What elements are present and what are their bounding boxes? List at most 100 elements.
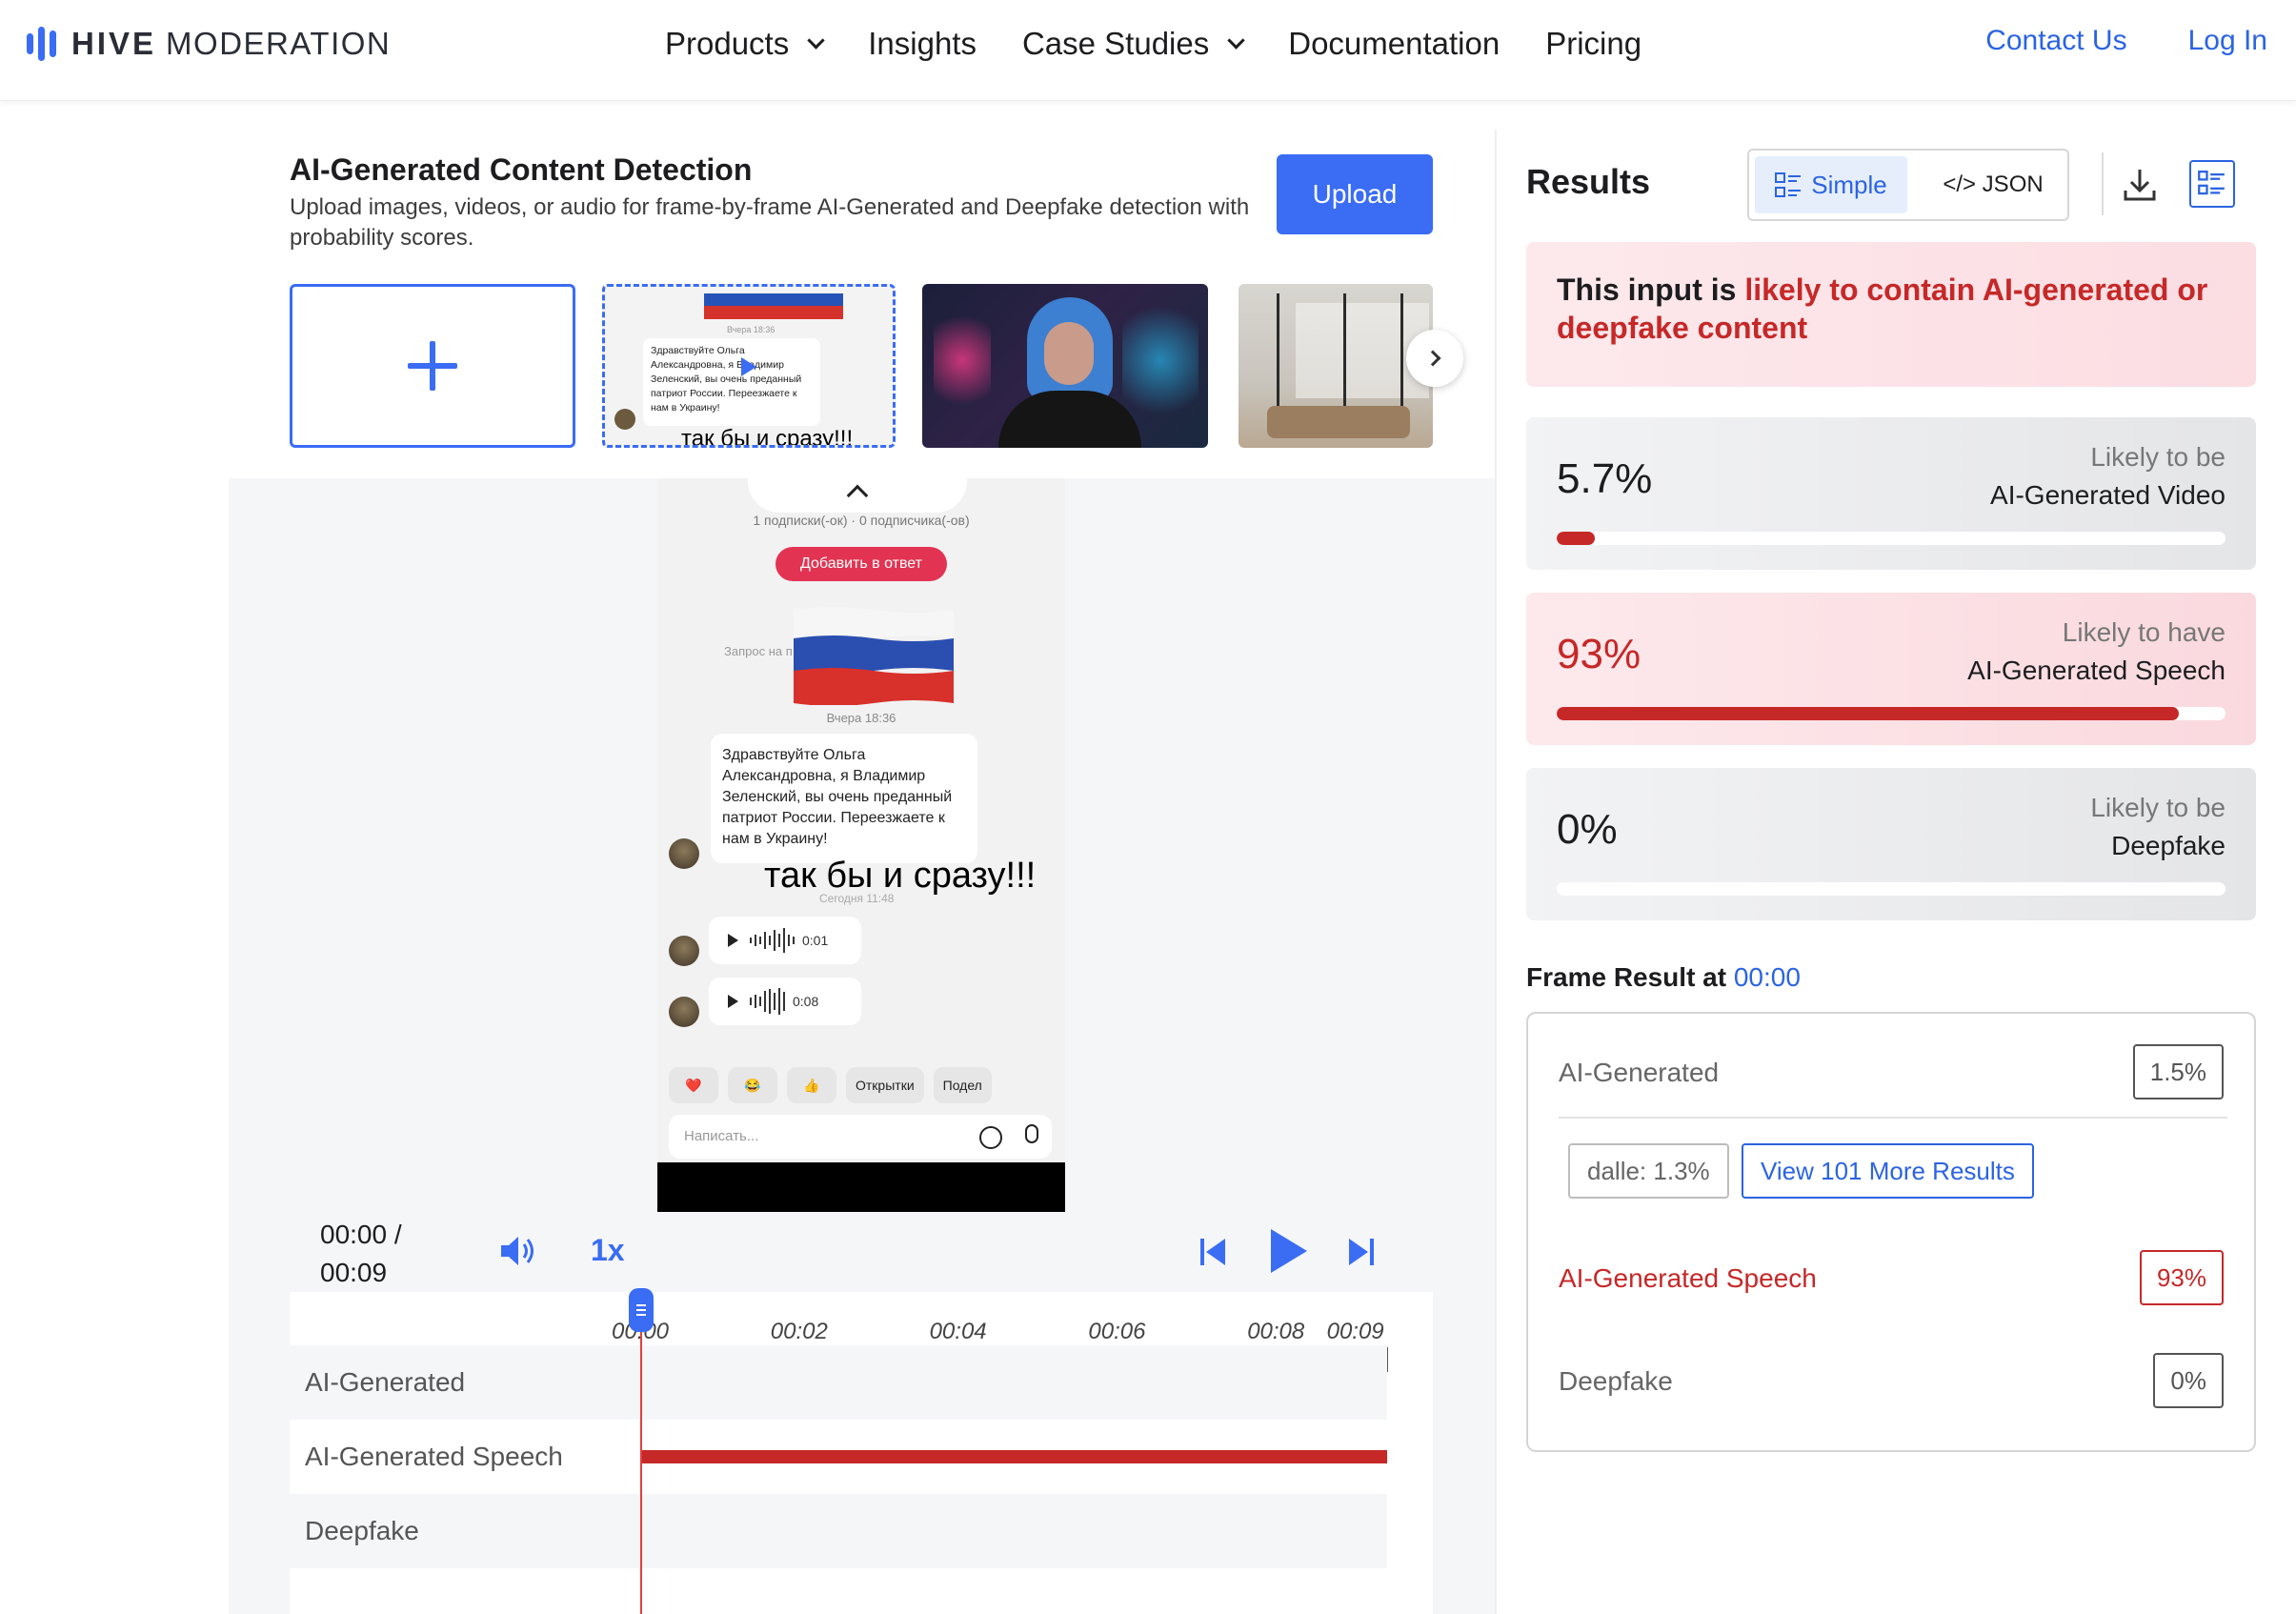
timeline-label: 00:09 (1326, 1319, 1384, 1344)
thumbnail-time: Вчера 18:36 (727, 325, 775, 334)
timeline-track (640, 1420, 1387, 1494)
frame-class-deepfake: Deepfake (1559, 1366, 1673, 1396)
result-progress-track (1557, 882, 2226, 896)
skip-forward-icon[interactable] (1345, 1235, 1376, 1269)
nav-links: Products Insights Case Studies Documenta… (665, 23, 1687, 65)
frame-score-deepfake: 0% (2153, 1353, 2224, 1408)
frame-class-ai-generated: AI-Generated (1559, 1058, 1720, 1087)
result-card: 0% Likely to be Deepfake (1526, 768, 2256, 920)
result-score: 5.7% (1557, 455, 1653, 502)
contact-us-link[interactable]: Contact Us (1985, 25, 2126, 57)
json-view-button[interactable]: </> JSON (1924, 156, 2062, 213)
request-text: Запрос на п (724, 644, 793, 658)
timeline-row-label: AI-Generated (305, 1367, 466, 1397)
thumbnail-cyberpunk-image[interactable] (922, 284, 1208, 448)
add-reply-pill: Добавить в ответ (775, 547, 947, 581)
reaction-postcards: Открытки (846, 1067, 924, 1103)
thumbnail-chat-video[interactable]: Вчера 18:36 Здравствуйте Ольга Александр… (602, 284, 896, 448)
portrait-face (1044, 322, 1094, 385)
carousel-next-button[interactable] (1406, 330, 1463, 387)
frame-timestamp[interactable]: 00:00 (1734, 962, 1801, 992)
microphone-icon (1025, 1124, 1038, 1143)
result-alert: This input is likely to contain AI-gener… (1526, 242, 2256, 387)
log-in-link[interactable]: Log In (2188, 25, 2267, 57)
waveform-icon (750, 988, 785, 1015)
frame-divider (1559, 1117, 2227, 1119)
video-frame[interactable]: 1 подписки(-ок) · 0 подписчика(-ов) Доба… (657, 478, 1065, 1212)
thumbnail-interior-image[interactable] (1239, 284, 1433, 448)
russian-flag-image (704, 287, 843, 319)
avatar (669, 838, 699, 869)
result-progress-fill (1557, 532, 1595, 545)
result-card: 5.7% Likely to be AI-Generated Video (1526, 417, 2256, 570)
reaction-heart: ❤️ (669, 1067, 718, 1103)
neon-glow (1122, 293, 1198, 427)
add-media-button[interactable] (290, 284, 575, 448)
russian-flag-image (794, 607, 954, 705)
reaction-laugh: 😂 (728, 1067, 777, 1103)
brand-logo[interactable]: HIVE MODERATION (27, 25, 391, 63)
result-progress-fill (1557, 707, 2179, 720)
frame-result-label: Frame Result at (1526, 962, 1734, 992)
reaction-share: Подел (933, 1067, 992, 1103)
nav-pricing-label: Pricing (1545, 26, 1642, 61)
timeline-label: 00:08 (1247, 1319, 1305, 1344)
portrait-jacket (998, 391, 1141, 448)
play-icon[interactable] (1267, 1227, 1309, 1275)
nav-products-label: Products (665, 26, 790, 61)
timeline-label: 00:06 (1088, 1319, 1146, 1344)
nav-case-studies[interactable]: Case Studies (1022, 26, 1245, 62)
nav-insights-label: Insights (868, 26, 977, 61)
simple-view-button[interactable]: Simple (1755, 156, 1907, 213)
avatar (669, 936, 699, 966)
frame-result-title: Frame Result at 00:00 (1526, 962, 1801, 993)
voice-duration: 0:08 (793, 994, 819, 1009)
video-caption: так бы и сразу!!! (764, 856, 1037, 896)
page-subtitle: Upload images, videos, or audio for fram… (290, 194, 1250, 251)
speech-detection-bar (640, 1450, 1387, 1463)
nav-insights[interactable]: Insights (868, 26, 977, 62)
timeline-row-ai-generated-speech: AI-Generated Speech (290, 1420, 1387, 1494)
timeline-row-deepfake: Deepfake (290, 1494, 1387, 1568)
playback-time: 00:00 / 00:09 (320, 1216, 402, 1292)
detail-view-button[interactable] (2189, 160, 2235, 208)
brand-suffix: MODERATION (166, 26, 392, 61)
result-class: Deepfake (2111, 831, 2226, 860)
timeline-row-label: AI-Generated Speech (305, 1442, 563, 1471)
view-more-results-button[interactable]: View 101 More Results (1742, 1143, 2034, 1199)
chevron-down-icon (1227, 30, 1245, 50)
nav-pricing[interactable]: Pricing (1545, 26, 1641, 62)
top-nav: HIVE MODERATION Products Insights Case S… (0, 0, 2296, 101)
frame-result-box: AI-Generated 1.5% dalle: 1.3% View 101 M… (1526, 1012, 2256, 1452)
skip-back-icon[interactable] (1198, 1235, 1229, 1269)
nav-documentation[interactable]: Documentation (1288, 26, 1500, 62)
result-qualifier: Likely to have (2062, 617, 2226, 647)
video-letterbox (657, 1162, 1065, 1212)
avatar (614, 409, 635, 430)
plus-icon (408, 341, 457, 391)
nav-actions: Contact Us Log In (1985, 25, 2267, 57)
timeline-row-ai-generated: AI-Generated (290, 1345, 1387, 1420)
window-frame (1400, 293, 1403, 417)
upload-button[interactable]: Upload (1277, 154, 1433, 234)
voice-message: 0:01 (709, 917, 861, 964)
nav-documentation-label: Documentation (1288, 26, 1500, 61)
playback-speed-button[interactable]: 1x (591, 1233, 625, 1268)
result-progress-track (1557, 532, 2226, 545)
neon-glow (934, 303, 991, 417)
download-icon[interactable] (2121, 166, 2159, 204)
avatar (669, 997, 699, 1027)
frame-class-speech: AI-Generated Speech (1559, 1263, 1817, 1293)
playhead-handle[interactable] (629, 1288, 654, 1332)
volume-icon[interactable] (499, 1235, 537, 1267)
window-frame (1277, 293, 1279, 417)
message-input: Написать... (669, 1115, 1052, 1159)
result-card: 93% Likely to have AI-Generated Speech (1526, 593, 2256, 745)
result-score: 93% (1557, 631, 1641, 677)
timeline-row-label: Deepfake (305, 1516, 419, 1545)
frame-score-ai-generated: 1.5% (2132, 1044, 2224, 1100)
panel-divider (1495, 130, 1497, 1614)
nav-products[interactable]: Products (665, 26, 825, 62)
message-input-placeholder: Написать... (684, 1128, 759, 1144)
playhead-line (640, 1307, 642, 1614)
